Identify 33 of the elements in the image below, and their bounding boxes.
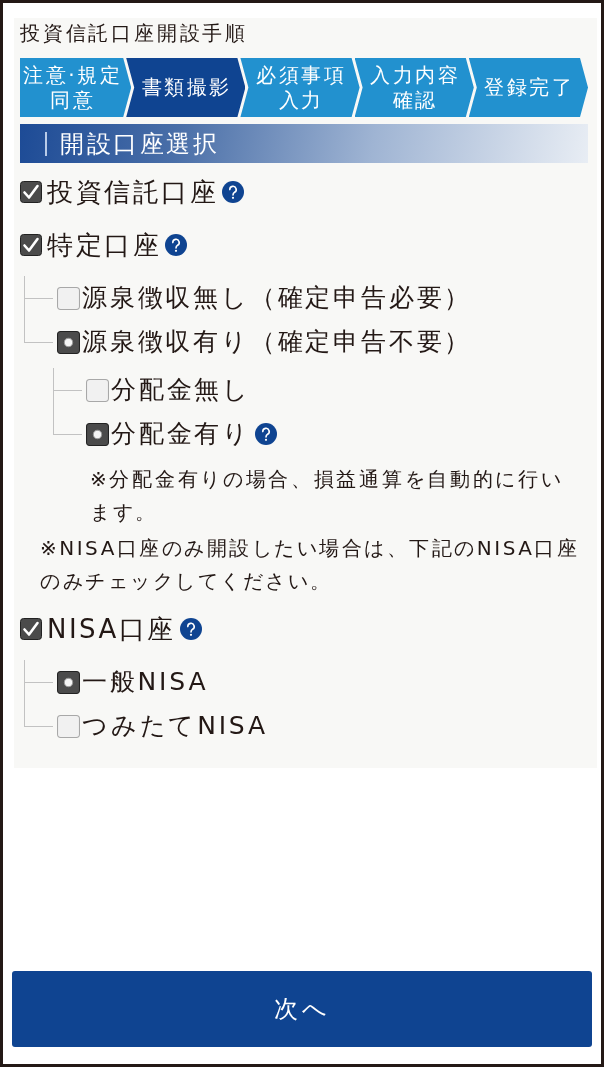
option-label: 源泉徴収有り（確定申告不要） [82,326,473,358]
help-icon[interactable] [165,234,187,256]
progress-step: 注意·規定 同意 [20,58,132,117]
page-title: 投資信託口座開設手順 [20,20,249,47]
next-button[interactable]: 次へ [12,971,592,1047]
help-icon[interactable] [179,618,202,640]
option-label: 特定口座 [47,229,161,261]
help-icon[interactable] [222,181,244,203]
progress-step: 書類撮影 [126,58,246,117]
option-label: 源泉徴収無し（確定申告必要） [82,282,473,314]
help-icon[interactable] [255,423,277,445]
option-label: NISA口座 [47,613,176,645]
radio-button[interactable] [57,714,80,738]
accent-bar [45,131,47,156]
section-title: 開設口座選択 [60,128,219,160]
radio-button[interactable] [57,670,80,694]
radio-button[interactable] [57,330,80,354]
checkbox[interactable] [20,181,42,203]
progress-step: 入力内容 確認 [354,58,474,117]
checkbox[interactable] [20,234,42,256]
progress-step: 必須事項 入力 [240,58,360,117]
note-text: ※NISA口座のみ開設したい場合は、下記のNISA口座のみチェックしてください。 [40,535,581,595]
option-label: 分配金無し [111,374,251,406]
option-label: 分配金有り [111,418,251,450]
note-text: ※分配金有りの場合、損益通算を自動的に行います。 [90,466,565,526]
progress-step: 登録完了 [468,58,588,117]
checkbox[interactable] [20,618,42,640]
option-label: つみたてNISA [82,710,268,742]
radio-button[interactable] [57,286,80,310]
option-label: 一般NISA [82,666,209,698]
radio-button[interactable] [86,422,109,446]
option-label: 投資信託口座 [47,176,218,208]
radio-button[interactable] [86,378,109,402]
